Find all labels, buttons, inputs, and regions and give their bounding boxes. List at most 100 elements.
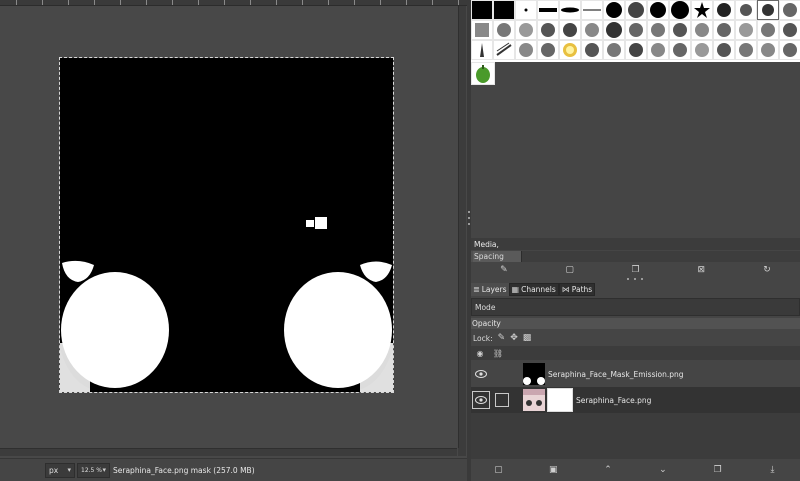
brush-item[interactable] [691, 40, 713, 60]
brush-item[interactable] [713, 0, 735, 20]
tab-layers[interactable]: ≣ Layers [471, 282, 509, 296]
brush-item[interactable] [559, 40, 581, 60]
brush-item[interactable] [779, 40, 800, 60]
brush-item-pepper[interactable] [471, 62, 495, 85]
right-dock: Media, Spacing ✎ ▢ ❐ ⊠ ↻ ≣ Layers ▦ Chan… [471, 0, 800, 481]
edit-brush-icon[interactable]: ✎ [497, 263, 511, 277]
brush-item[interactable] [691, 20, 713, 40]
eye-icon[interactable] [472, 365, 490, 383]
brush-item[interactable] [735, 40, 757, 60]
chain-toggle[interactable] [495, 367, 509, 381]
delete-brush-icon[interactable]: ⊠ [694, 263, 708, 277]
refresh-brushes-icon[interactable]: ↻ [760, 263, 774, 277]
lock-position-icon[interactable]: ✥ [510, 333, 518, 343]
brush-item[interactable] [779, 20, 800, 40]
layers-list-empty-area[interactable] [471, 413, 800, 459]
layer-row[interactable]: Seraphina_Face_Mask_Emission.png [471, 361, 800, 387]
brush-item[interactable] [471, 20, 493, 40]
spacing-slider-track[interactable] [521, 251, 800, 262]
brush-item[interactable] [647, 40, 669, 60]
brush-item[interactable] [581, 20, 603, 40]
brush-item[interactable] [735, 20, 757, 40]
layer-thumbnail [523, 363, 545, 385]
brush-item[interactable] [625, 0, 647, 20]
navigate-corner[interactable] [458, 448, 466, 456]
image-canvas[interactable] [60, 58, 393, 392]
brush-item[interactable] [471, 40, 493, 60]
chain-toggle[interactable] [495, 393, 509, 407]
mode-label: Mode [475, 302, 496, 312]
brush-item[interactable] [515, 20, 537, 40]
brush-item[interactable] [493, 40, 515, 60]
spacing-slider[interactable]: Spacing [471, 251, 800, 262]
opacity-slider[interactable]: Opacity [471, 318, 800, 329]
brush-item[interactable] [669, 40, 691, 60]
lower-layer-icon[interactable]: ⌄ [656, 463, 670, 477]
brush-item[interactable] [625, 20, 647, 40]
brush-item[interactable] [581, 40, 603, 60]
eye-icon[interactable] [472, 391, 490, 409]
raise-layer-icon[interactable]: ⌃ [601, 463, 615, 477]
zoom-selector[interactable]: 12.5 % ▾ [77, 462, 110, 478]
brush-item[interactable] [779, 0, 800, 20]
brush-item[interactable] [537, 20, 559, 40]
brush-item[interactable] [757, 20, 779, 40]
brush-item[interactable] [647, 20, 669, 40]
channels-icon: ▦ [511, 284, 520, 294]
gimp-window: px ▾ 12.5 % ▾ Seraphina_Face.png mask (2… [0, 0, 800, 481]
brush-item[interactable] [625, 40, 647, 60]
brush-item[interactable] [559, 0, 581, 20]
duplicate-layer-icon[interactable]: ❐ [711, 463, 725, 477]
layers-list-header: ◉ ⛓ [471, 346, 800, 360]
brush-item[interactable] [471, 0, 493, 20]
brush-item[interactable] [603, 20, 625, 40]
brush-item-selected[interactable] [757, 0, 779, 20]
lock-pixels-icon[interactable]: ✎ [498, 333, 506, 343]
lock-alpha-icon[interactable]: ▩ [523, 333, 532, 343]
brush-item[interactable] [713, 40, 735, 60]
horizontal-scrollbar[interactable] [0, 448, 457, 456]
layer-name[interactable]: Seraphina_Face.png [576, 396, 651, 405]
layer-mask-thumbnail[interactable] [547, 388, 573, 412]
brushes-grid [471, 0, 800, 62]
layer-name[interactable]: Seraphina_Face_Mask_Emission.png [548, 370, 684, 379]
top-ruler[interactable] [0, 0, 467, 6]
mask-image [60, 58, 393, 392]
panel-grip-handle[interactable] [627, 278, 643, 281]
layer-thumbnail [523, 389, 545, 411]
unit-selector[interactable]: px ▾ [45, 462, 75, 478]
brush-item[interactable] [669, 20, 691, 40]
lock-row: Lock: ✎ ✥ ▩ [471, 331, 800, 345]
brush-item[interactable] [515, 40, 537, 60]
tab-paths[interactable]: ⋈ Paths [558, 282, 596, 296]
brush-item[interactable] [581, 0, 603, 20]
brush-item[interactable] [647, 0, 669, 20]
brush-item[interactable] [713, 20, 735, 40]
brush-item[interactable] [757, 40, 779, 60]
brush-item[interactable] [493, 0, 515, 20]
brush-item[interactable] [515, 0, 537, 20]
unit-value: px [49, 465, 59, 475]
brush-item[interactable] [537, 0, 559, 20]
tab-channels-label: Channels [521, 284, 556, 294]
brush-item[interactable] [603, 40, 625, 60]
brush-item[interactable] [735, 0, 757, 20]
brush-item[interactable] [493, 20, 515, 40]
brush-item[interactable] [691, 0, 713, 20]
canvas-area[interactable]: px ▾ 12.5 % ▾ Seraphina_Face.png mask (2… [0, 0, 467, 481]
layer-mode-dropdown[interactable]: Mode [471, 298, 800, 316]
brush-item[interactable] [669, 0, 691, 20]
duplicate-brush-icon[interactable]: ❐ [628, 263, 642, 277]
layer-row-selected[interactable]: Seraphina_Face.png [471, 387, 800, 413]
brush-item[interactable] [537, 40, 559, 60]
vertical-scrollbar[interactable] [458, 6, 466, 448]
new-layer-icon[interactable]: ▢ [491, 463, 505, 477]
new-layer-group-icon[interactable]: ▣ [546, 463, 560, 477]
brush-item[interactable] [603, 0, 625, 20]
brush-actions-bar: ✎ ▢ ❐ ⊠ ↻ [471, 263, 800, 277]
brush-item[interactable] [559, 20, 581, 40]
new-brush-icon[interactable]: ▢ [563, 263, 577, 277]
paths-icon: ⋈ [561, 284, 570, 294]
tab-channels[interactable]: ▦ Channels [508, 282, 559, 296]
merge-down-icon[interactable]: ⤓ [766, 463, 780, 477]
